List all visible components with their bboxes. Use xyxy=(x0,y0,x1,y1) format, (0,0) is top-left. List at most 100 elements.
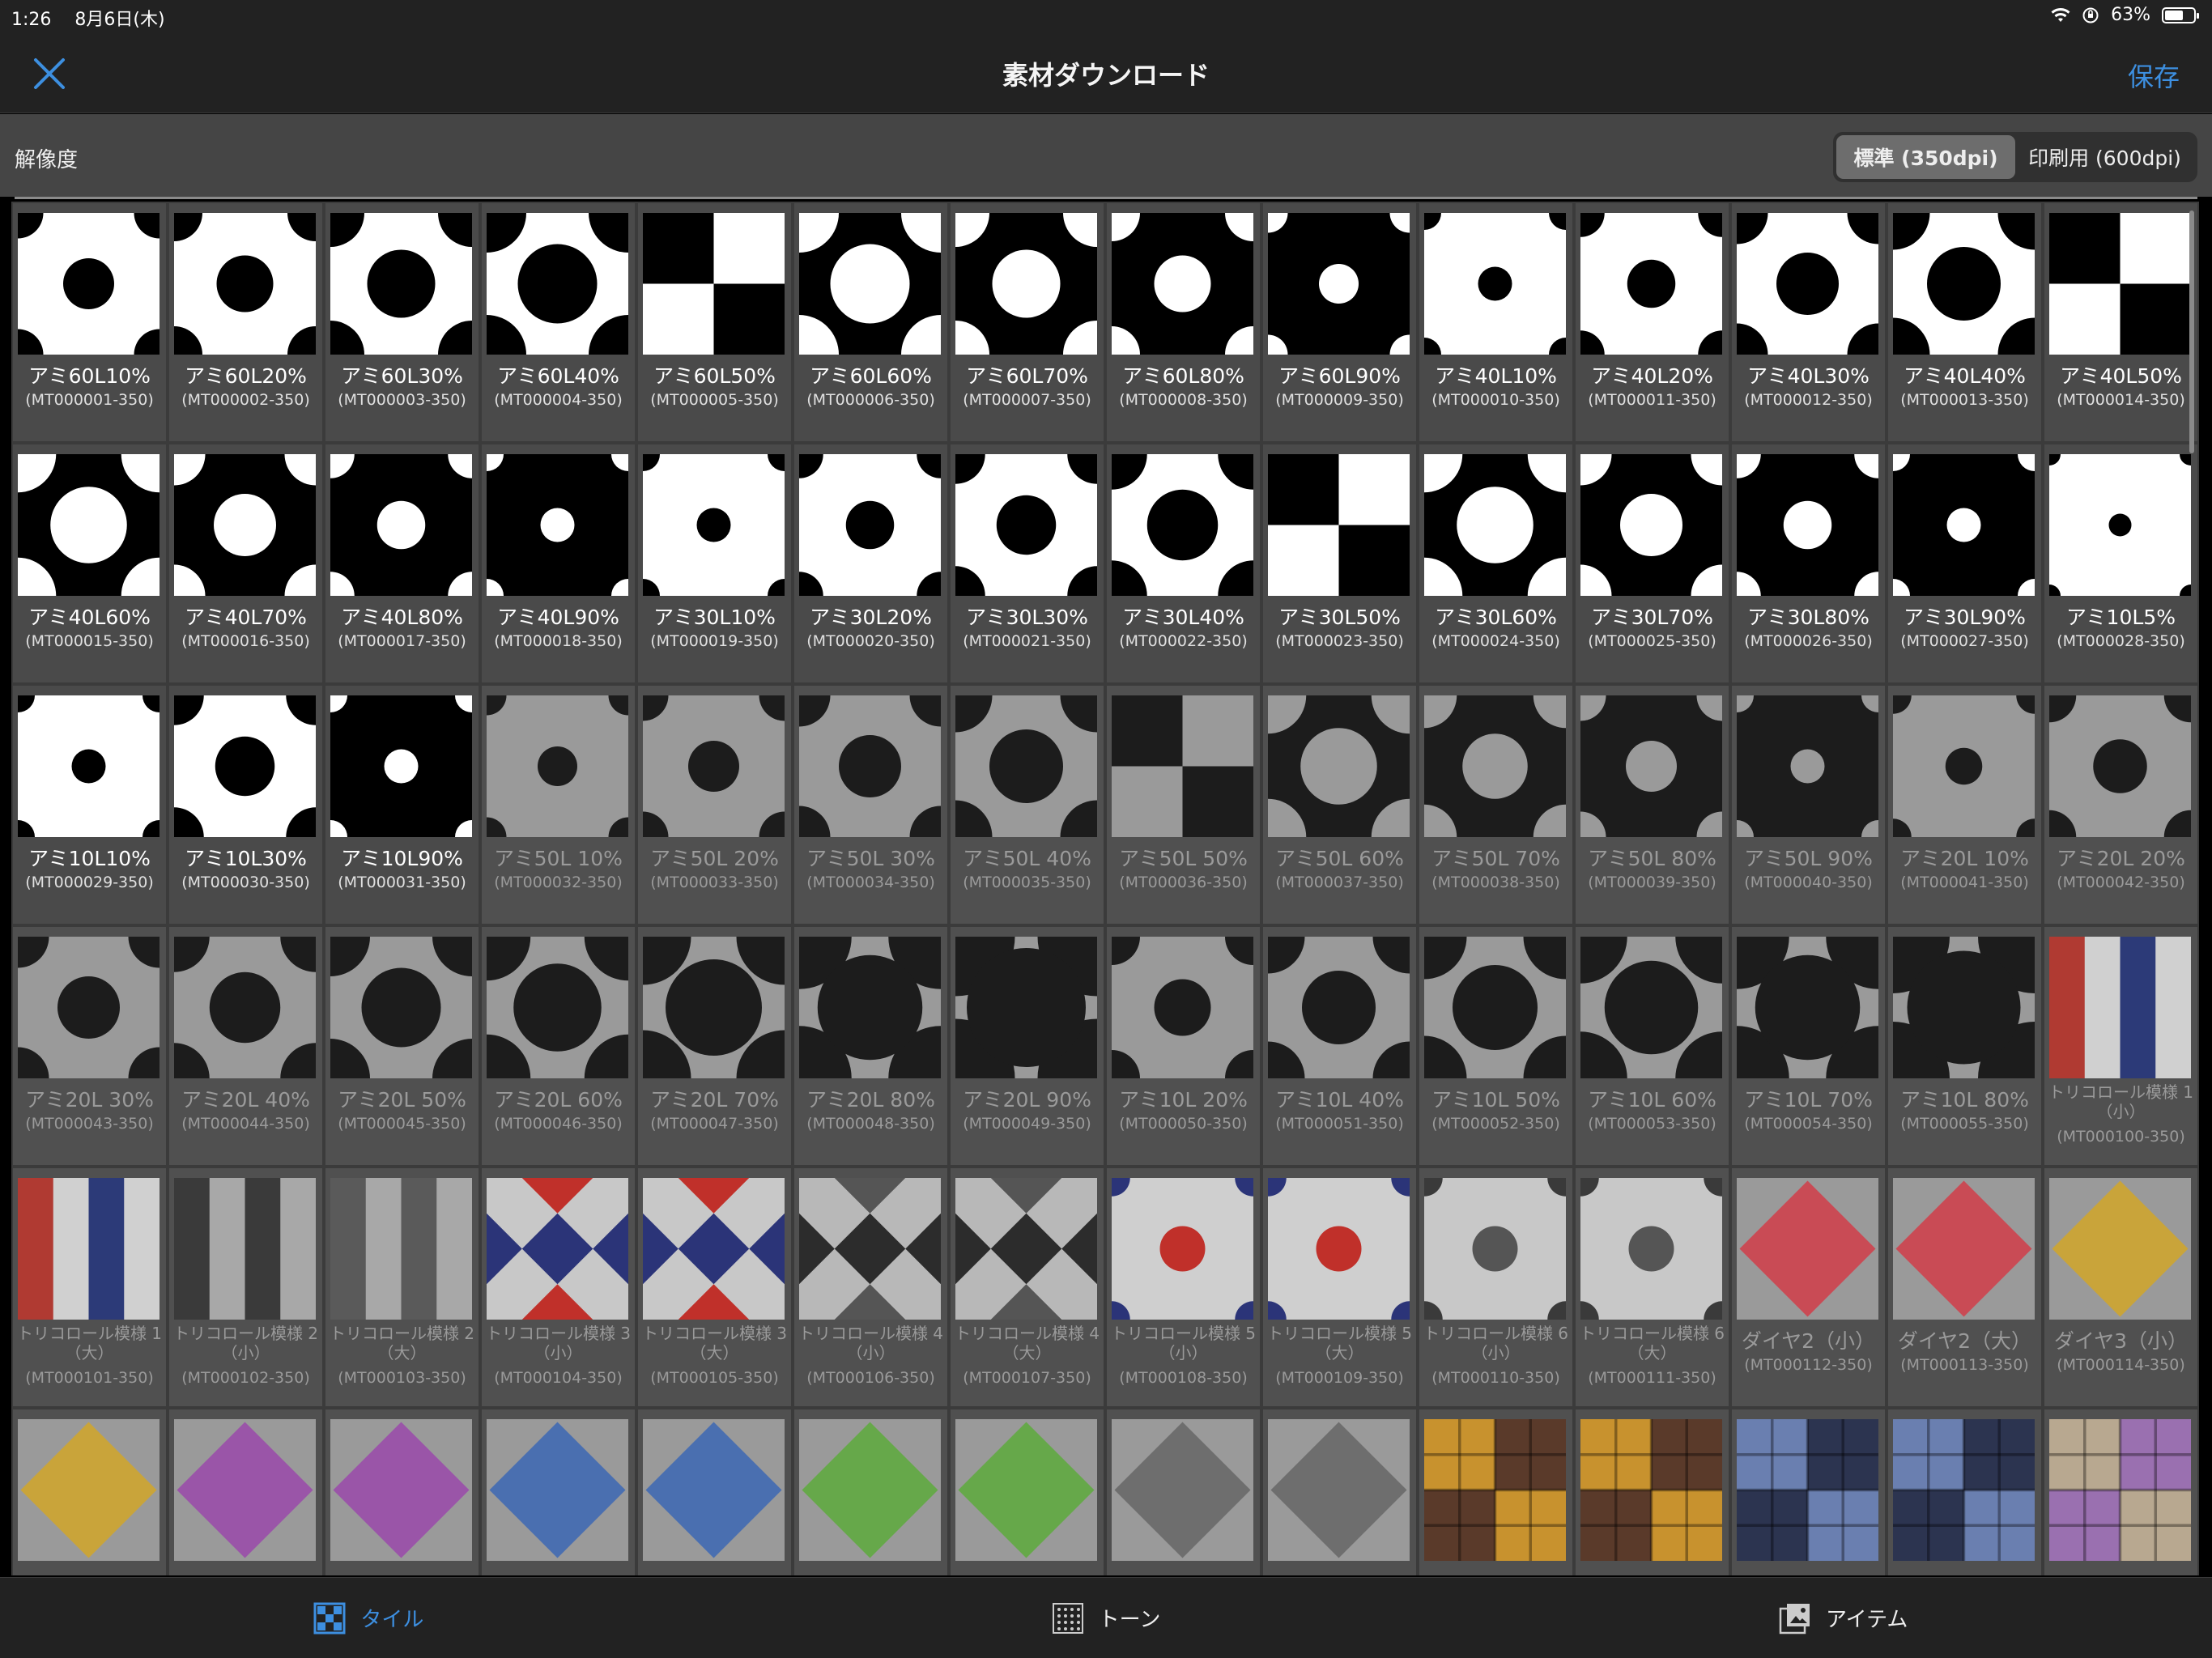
material-tile[interactable]: アミ60L90% (MT000009-350) xyxy=(1261,202,1418,443)
material-tile[interactable] xyxy=(636,1408,793,1575)
material-tile[interactable]: アミ20L 90% (MT000049-350) xyxy=(949,925,1105,1167)
material-tile[interactable]: アミ40L20% (MT000011-350) xyxy=(1574,202,1730,443)
material-tile[interactable]: アミ50L 90% (MT000040-350) xyxy=(1730,684,1887,925)
material-tile[interactable]: アミ40L40% (MT000013-350) xyxy=(1887,202,2043,443)
material-tile[interactable]: アミ20L 70% (MT000047-350) xyxy=(636,925,793,1167)
tab-tone[interactable]: トーン xyxy=(738,1578,1475,1658)
material-tile[interactable]: ダイヤ2（大） (MT000113-350) xyxy=(1887,1167,2043,1408)
material-tile[interactable]: アミ60L30% (MT000003-350) xyxy=(324,202,480,443)
material-tile[interactable]: アミ40L70% (MT000016-350) xyxy=(168,443,324,684)
material-tile[interactable]: アミ10L 60% (MT000053-350) xyxy=(1574,925,1730,1167)
save-button[interactable]: 保存 xyxy=(2128,57,2180,94)
material-tile[interactable]: アミ20L 20% (MT000042-350) xyxy=(2043,684,2199,925)
material-tile[interactable]: アミ10L 20% (MT000050-350) xyxy=(1105,925,1261,1167)
tile-code: (MT000002-350) xyxy=(181,391,310,409)
material-tile[interactable]: トリコロール模様 2（小） (MT000102-350) xyxy=(168,1167,324,1408)
material-tile[interactable] xyxy=(480,1408,636,1575)
material-tile[interactable]: トリコロール模様 5（小） (MT000108-350) xyxy=(1105,1167,1261,1408)
material-tile[interactable]: アミ20L 60% (MT000046-350) xyxy=(480,925,636,1167)
material-tile[interactable]: アミ30L80% (MT000026-350) xyxy=(1730,443,1887,684)
material-tile[interactable] xyxy=(1105,1408,1261,1575)
resolution-option-standard[interactable]: 標準 (350dpi) xyxy=(1836,135,2015,179)
material-tile[interactable]: アミ60L40% (MT000004-350) xyxy=(480,202,636,443)
material-tile[interactable]: ダイヤ3（小） (MT000114-350) xyxy=(2043,1167,2199,1408)
pattern-shape xyxy=(1529,1419,1532,1561)
material-tile[interactable]: アミ40L10% (MT000010-350) xyxy=(1418,202,1574,443)
material-tile[interactable]: アミ30L40% (MT000022-350) xyxy=(1105,443,1261,684)
material-tile[interactable]: アミ30L70% (MT000025-350) xyxy=(1574,443,1730,684)
material-tile[interactable]: アミ10L 50% (MT000052-350) xyxy=(1418,925,1574,1167)
material-tile[interactable]: トリコロール模様 4（小） (MT000106-350) xyxy=(793,1167,949,1408)
material-tile[interactable] xyxy=(949,1408,1105,1575)
material-tile[interactable]: アミ60L20% (MT000002-350) xyxy=(168,202,324,443)
material-tile[interactable]: アミ50L 40% (MT000035-350) xyxy=(949,684,1105,925)
material-tile[interactable] xyxy=(11,1408,168,1575)
material-tile[interactable]: アミ10L 80% (MT000055-350) xyxy=(1887,925,2043,1167)
material-tile[interactable] xyxy=(793,1408,949,1575)
material-tile[interactable]: アミ40L80% (MT000017-350) xyxy=(324,443,480,684)
material-tile[interactable]: トリコロール模様 1（大） (MT000101-350) xyxy=(11,1167,168,1408)
material-tile[interactable] xyxy=(1574,1408,1730,1575)
material-tile[interactable]: アミ40L30% (MT000012-350) xyxy=(1730,202,1887,443)
material-tile[interactable]: アミ50L 60% (MT000037-350) xyxy=(1261,684,1418,925)
material-tile[interactable]: アミ50L 30% (MT000034-350) xyxy=(793,684,949,925)
material-tile[interactable] xyxy=(1418,1408,1574,1575)
material-tile[interactable]: アミ50L 50% (MT000036-350) xyxy=(1105,684,1261,925)
pattern-dot xyxy=(1626,741,1677,792)
material-tile[interactable]: アミ50L 70% (MT000038-350) xyxy=(1418,684,1574,925)
material-tile[interactable]: ダイヤ2（小） (MT000112-350) xyxy=(1730,1167,1887,1408)
material-tile[interactable]: トリコロール模様 3（小） (MT000104-350) xyxy=(480,1167,636,1408)
tile-code: (MT000003-350) xyxy=(338,391,466,409)
material-tile[interactable]: アミ10L 40% (MT000051-350) xyxy=(1261,925,1418,1167)
material-tile[interactable]: アミ10L10% (MT000029-350) xyxy=(11,684,168,925)
material-tile[interactable]: トリコロール模様 6（大） (MT000111-350) xyxy=(1574,1167,1730,1408)
material-tile[interactable] xyxy=(1887,1408,2043,1575)
material-tile[interactable]: アミ30L50% (MT000023-350) xyxy=(1261,443,1418,684)
material-tile[interactable]: アミ40L60% (MT000015-350) xyxy=(11,443,168,684)
material-tile[interactable]: アミ10L30% (MT000030-350) xyxy=(168,684,324,925)
material-tile[interactable]: トリコロール模様 1（小） (MT000100-350) xyxy=(2043,925,2199,1167)
material-tile[interactable]: アミ50L 20% (MT000033-350) xyxy=(636,684,793,925)
material-tile[interactable]: アミ30L10% (MT000019-350) xyxy=(636,443,793,684)
material-tile[interactable]: アミ20L 10% (MT000041-350) xyxy=(1887,684,2043,925)
material-tile[interactable]: アミ50L 10% (MT000032-350) xyxy=(480,684,636,925)
material-tile[interactable]: アミ50L 80% (MT000039-350) xyxy=(1574,684,1730,925)
material-tile[interactable]: アミ60L50% (MT000005-350) xyxy=(636,202,793,443)
material-tile[interactable]: アミ60L60% (MT000006-350) xyxy=(793,202,949,443)
tab-item[interactable]: アイテム xyxy=(1474,1578,2212,1658)
material-tile[interactable]: アミ20L 80% (MT000048-350) xyxy=(793,925,949,1167)
material-tile[interactable]: アミ30L60% (MT000024-350) xyxy=(1418,443,1574,684)
material-tile[interactable]: アミ40L50% (MT000014-350) xyxy=(2043,202,2199,443)
material-tile[interactable] xyxy=(1730,1408,1887,1575)
material-tile[interactable]: アミ10L90% (MT000031-350) xyxy=(324,684,480,925)
material-tile[interactable] xyxy=(1261,1408,1418,1575)
material-tile[interactable] xyxy=(2043,1408,2199,1575)
tab-tile[interactable]: タイル xyxy=(0,1578,738,1658)
material-tile[interactable]: アミ10L5% (MT000028-350) xyxy=(2043,443,2199,684)
material-tile[interactable] xyxy=(168,1408,324,1575)
material-tile[interactable]: アミ60L70% (MT000007-350) xyxy=(949,202,1105,443)
resolution-option-print[interactable]: 印刷用 (600dpi) xyxy=(2015,135,2194,179)
material-tile[interactable]: アミ30L30% (MT000021-350) xyxy=(949,443,1105,684)
material-tile[interactable]: アミ10L 70% (MT000054-350) xyxy=(1730,925,1887,1167)
material-tile[interactable]: トリコロール模様 5（大） (MT000109-350) xyxy=(1261,1167,1418,1408)
material-tile[interactable]: アミ20L 40% (MT000044-350) xyxy=(168,925,324,1167)
pattern-dot xyxy=(845,500,895,550)
pattern-dot xyxy=(817,954,923,1061)
material-tile[interactable]: トリコロール模様 2（大） (MT000103-350) xyxy=(324,1167,480,1408)
material-tile[interactable]: アミ60L10% (MT000001-350) xyxy=(11,202,168,443)
material-tile[interactable]: トリコロール模様 3（大） (MT000105-350) xyxy=(636,1167,793,1408)
tile-thumbnail xyxy=(955,454,1097,596)
material-tile[interactable]: トリコロール模様 4（大） (MT000107-350) xyxy=(949,1167,1105,1408)
material-tile[interactable]: アミ20L 30% (MT000043-350) xyxy=(11,925,168,1167)
material-tile[interactable]: トリコロール模様 6（小） (MT000110-350) xyxy=(1418,1167,1574,1408)
material-tile[interactable]: アミ60L80% (MT000008-350) xyxy=(1105,202,1261,443)
material-tile[interactable]: アミ20L 50% (MT000045-350) xyxy=(324,925,480,1167)
material-tile[interactable]: アミ30L90% (MT000027-350) xyxy=(1887,443,2043,684)
material-tile[interactable] xyxy=(324,1408,480,1575)
material-tile[interactable]: アミ40L90% (MT000018-350) xyxy=(480,443,636,684)
scroll-indicator[interactable] xyxy=(2189,210,2194,453)
material-tile[interactable]: アミ30L20% (MT000020-350) xyxy=(793,443,949,684)
tile-name: アミ10L10% xyxy=(28,847,151,870)
pattern-dot xyxy=(1472,1226,1518,1272)
